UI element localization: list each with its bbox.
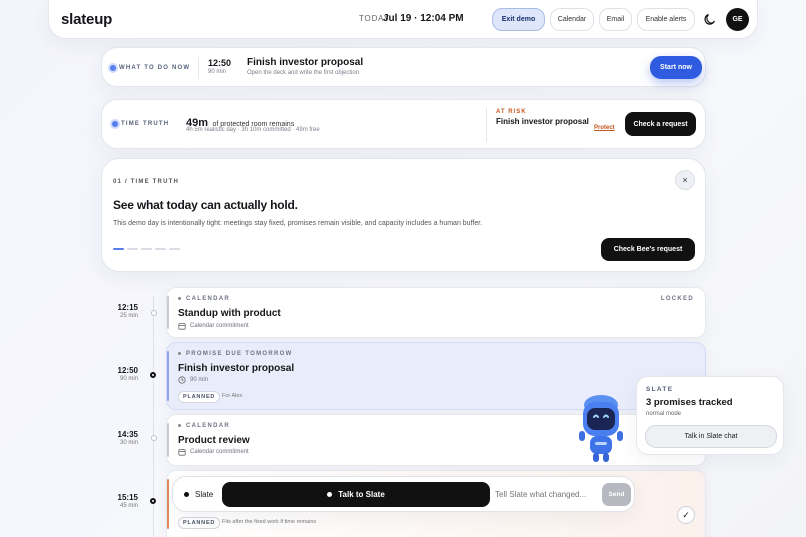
exit-demo-button[interactable]: Exit demo [492,8,545,31]
protect-link[interactable]: Protect [594,125,615,131]
slot-time: 12:50 90 min [117,366,138,382]
clock-icon [178,376,186,384]
event-meta: Calendar commitment [190,323,249,329]
talk-in-slate-chat-button[interactable]: Talk in Slate chat [645,425,777,448]
moon-icon[interactable] [703,12,717,26]
timeline-event-standup[interactable]: CALENDAR LOCKED Standup with product Cal… [166,287,706,338]
current-datetime: Jul 19 · 12:04 PM [383,13,464,24]
slate-dot [184,492,189,497]
what-to-do-now-card: WHAT TO DO NOW 12:50 90 min Finish inves… [101,47,706,87]
timeline-dot-active [150,372,156,378]
todo-subtitle: Open the deck and write the first object… [247,70,360,76]
event-kicker: PROMISE DUE TOMORROW [178,351,293,357]
slot-time: 15:15 45 min [117,493,138,509]
at-risk-label: AT RISK [496,109,527,115]
chip-note: For Alex [222,393,243,399]
avatar[interactable]: GE [726,8,749,31]
todo-duration: 90 min [208,69,227,75]
planned-chip: PLANNED [178,391,221,403]
slate-pop-label: SLATE [646,386,674,393]
time-truth-card: TIME TRUTH 49m of protected room remains… [101,99,706,149]
timeline-dot [151,435,157,441]
timeline-dot [151,310,157,316]
planned-chip: PLANNED [178,517,221,529]
at-risk-title: Finish investor proposal [496,117,589,126]
chip-note: Fits after the fixed work if time remain… [222,519,317,525]
send-button[interactable]: Send [602,483,631,506]
robot-mascot-icon[interactable] [577,393,625,465]
timeline-event-product-review[interactable]: CALENDAR Product review Calendar commitm… [166,414,706,466]
slate-popover: SLATE 3 promises tracked normal mode Tal… [636,376,784,455]
chat-input[interactable] [495,483,595,506]
event-title: Product review [178,435,250,446]
story-title: See what today can actually hold. [113,198,298,212]
calendar-icon [178,449,186,456]
event-kicker: CALENDAR [178,423,230,429]
start-now-button[interactable]: Start now [650,56,702,79]
todo-title: Finish investor proposal [247,57,364,68]
todo-label: WHAT TO DO NOW [119,65,191,71]
timeline-dot-active [150,498,156,504]
promises-tracked: 3 promises tracked [646,397,733,408]
top-bar: slateup TODAY Jul 19 · 12:04 PM Exit dem… [48,0,758,39]
onboarding-card: 01 / TIME TRUTH × See what today can act… [101,158,706,272]
todo-time: 12:50 [208,58,232,68]
event-meta: 90 min [190,377,209,383]
calendar-icon [178,323,186,330]
status-dot [110,65,116,71]
capacity-summary: 4h 5m realistic day · 3h 10m committed ·… [186,127,320,133]
check-request-button[interactable]: Check a request [625,112,696,136]
slate-chat-bar: Slate Talk to Slate Send [172,476,635,512]
slate-mode: normal mode [646,411,682,417]
slate-label: Slate [195,490,214,499]
close-icon[interactable]: × [675,170,695,190]
time-truth-label: TIME TRUTH [121,121,170,127]
enable-alerts-button[interactable]: Enable alerts [637,8,695,31]
slot-time: 14:35 30 min [117,430,138,446]
app-logo[interactable]: slateup [61,11,112,28]
step-label: 01 / TIME TRUTH [113,179,180,185]
slot-time: 12:15 25 min [117,303,138,319]
story-body: This demo day is intentionally tight: me… [113,220,483,227]
timeline-event-investor-proposal[interactable]: PROMISE DUE TOMORROW Finish investor pro… [166,342,706,410]
calendar-button[interactable]: Calendar [550,8,594,31]
event-meta: Calendar commitment [190,449,249,455]
step-indicator [113,248,180,250]
talk-to-slate-button[interactable]: Talk to Slate [222,482,490,507]
status-dot [112,121,118,127]
email-button[interactable]: Email [599,8,632,31]
event-kicker: CALENDAR [178,296,230,302]
event-title: Standup with product [178,308,281,319]
check-bee-request-button[interactable]: Check Bee's request [601,238,695,261]
locked-badge: LOCKED [660,296,694,302]
event-title: Finish investor proposal [178,363,295,374]
check-icon[interactable]: ✓ [677,506,695,524]
